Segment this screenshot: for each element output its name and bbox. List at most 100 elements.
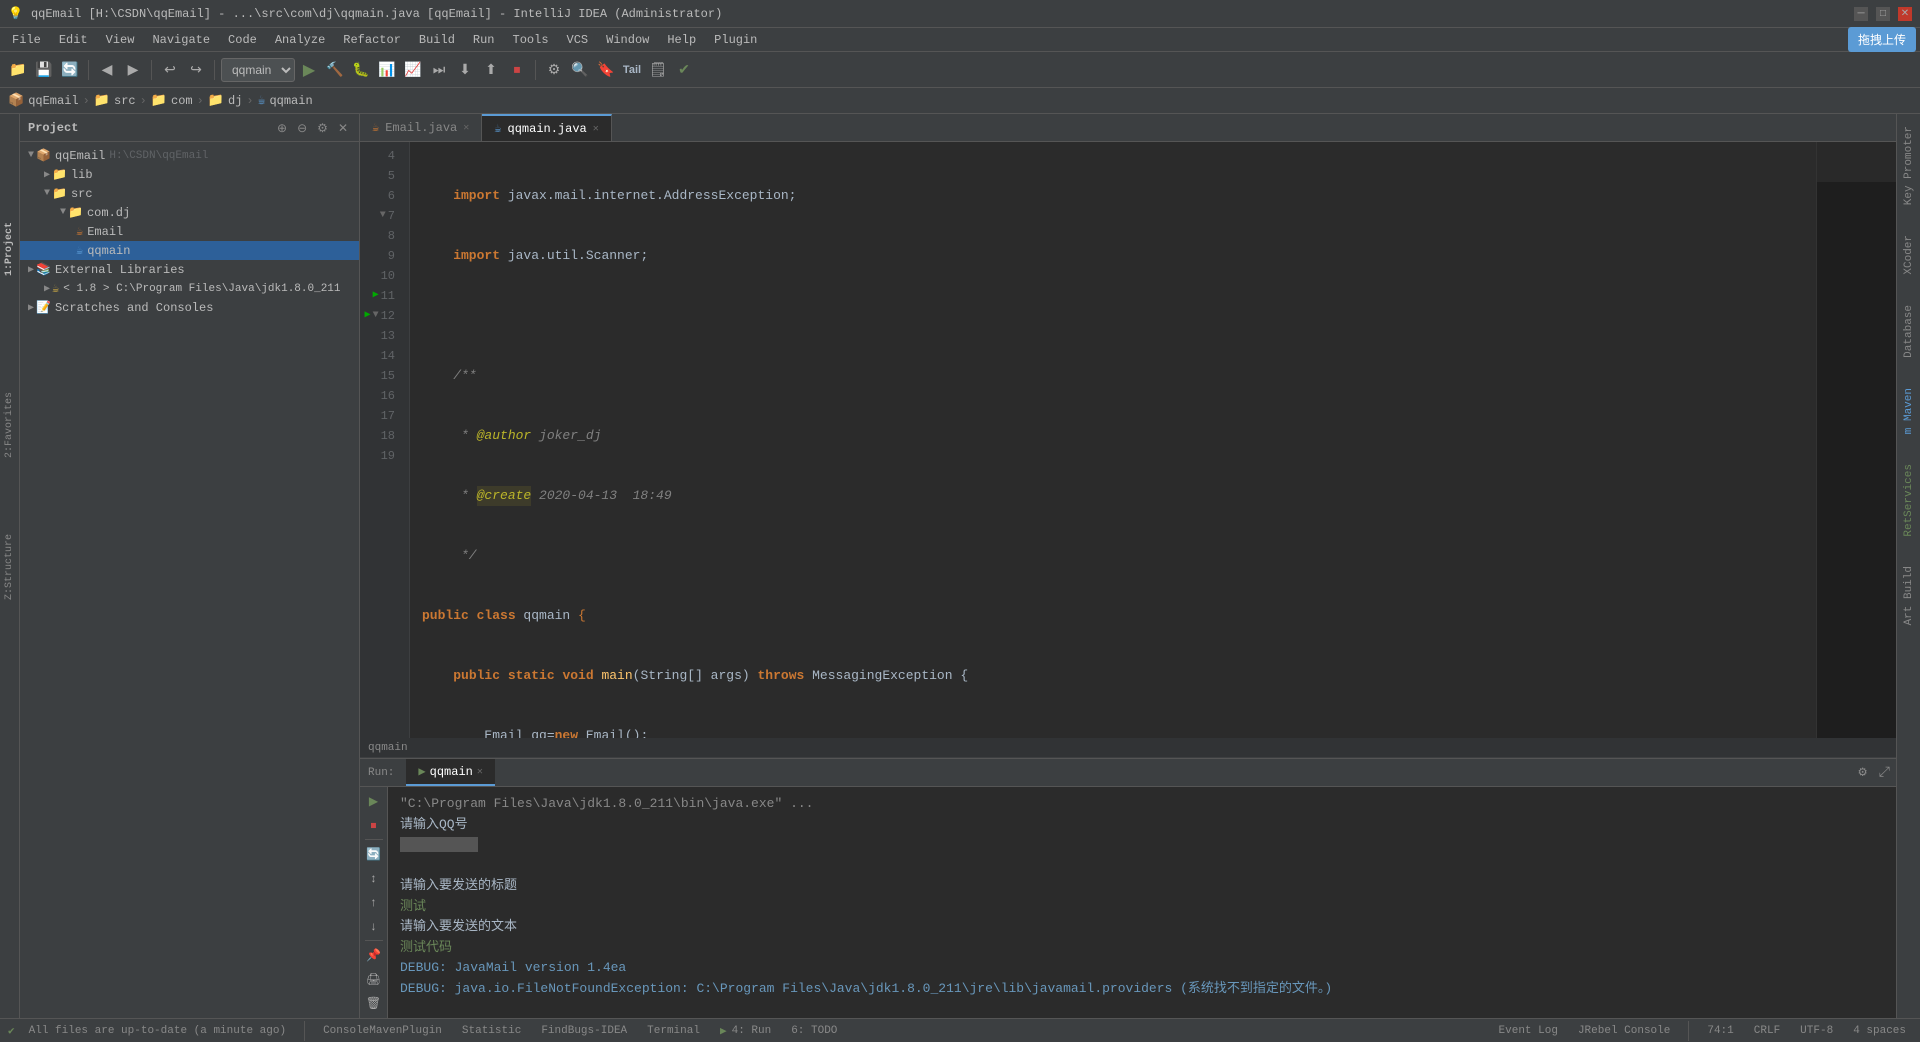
build-button[interactable]: 🔨 — [323, 58, 347, 82]
menu-file[interactable]: File — [4, 31, 49, 49]
run-up-btn[interactable]: ↑ — [364, 892, 384, 912]
sync-button[interactable]: 🔄 — [58, 58, 82, 82]
tree-lib[interactable]: ▶ 📁 lib — [20, 165, 359, 184]
tab-qqmain-close[interactable]: ✕ — [593, 123, 599, 135]
redo-button[interactable]: ↪ — [184, 58, 208, 82]
status-encoding[interactable]: UTF-8 — [1794, 1025, 1839, 1037]
upload-button[interactable]: 拖拽上传 — [1848, 27, 1916, 52]
menu-run[interactable]: Run — [465, 31, 503, 49]
run-trash-btn[interactable]: 🗑 — [364, 993, 384, 1013]
run-tab-qqmain[interactable]: ▶ qqmain ✕ — [406, 759, 494, 786]
panel-settings-btn[interactable]: ⚙ — [314, 120, 331, 136]
search-button[interactable]: 🔍 — [568, 58, 592, 82]
right-tab-database[interactable]: Database — [1901, 297, 1917, 366]
run-tab-close[interactable]: ✕ — [477, 766, 483, 778]
sidebar-tab-project[interactable]: 1:Project — [2, 214, 17, 284]
tab-qqmain[interactable]: ☕ qqmain.java ✕ — [482, 114, 611, 141]
right-tab-retservices[interactable]: RetServices — [1901, 456, 1917, 545]
sidebar-tab-favorites[interactable]: 2:Favorites — [2, 384, 17, 466]
run-config-dropdown[interactable]: qqmain — [221, 58, 295, 82]
sidebar-tab-structure[interactable]: Z:Structure — [2, 526, 17, 608]
right-tab-maven[interactable]: m Maven — [1901, 380, 1917, 442]
tail-button[interactable]: Tail — [620, 58, 644, 82]
panel-close-btn[interactable]: ✕ — [335, 120, 351, 136]
tab-email[interactable]: ☕ Email.java ✕ — [360, 114, 482, 141]
menu-view[interactable]: View — [98, 31, 143, 49]
status-eventlog[interactable]: Event Log — [1493, 1025, 1564, 1037]
forward-button[interactable]: ▶ — [121, 58, 145, 82]
step-into-button[interactable]: ⬇ — [453, 58, 477, 82]
menu-build[interactable]: Build — [411, 31, 463, 49]
code-editor[interactable]: 4 5 6 ▼7 8 9 10 ▶11 ▶ ▼12 — [360, 142, 1896, 738]
right-tab-artbuild[interactable]: Art Build — [1901, 558, 1917, 633]
tree-ext-libs[interactable]: ▶ 📚 External Libraries — [20, 260, 359, 279]
tree-src[interactable]: ▼ 📁 src — [20, 184, 359, 203]
right-tab-xcoder[interactable]: XCoder — [1901, 227, 1917, 283]
menu-refactor[interactable]: Refactor — [335, 31, 409, 49]
tree-scratches[interactable]: ▶ 📝 Scratches and Consoles — [20, 298, 359, 317]
menu-code[interactable]: Code — [220, 31, 265, 49]
check-button[interactable]: ✔ — [672, 58, 696, 82]
status-run[interactable]: ▶4: Run — [714, 1024, 777, 1038]
run-tab-label[interactable]: Run: — [360, 759, 406, 786]
menu-tools[interactable]: Tools — [505, 31, 557, 49]
breadcrumb-dj[interactable]: dj — [228, 94, 242, 108]
menu-vcs[interactable]: VCS — [559, 31, 597, 49]
status-statistic[interactable]: Statistic — [456, 1025, 527, 1037]
tree-email[interactable]: ☕ Email — [20, 222, 359, 241]
status-position[interactable]: 74:1 — [1701, 1025, 1739, 1037]
menu-analyze[interactable]: Analyze — [267, 31, 333, 49]
status-spaces[interactable]: 4 spaces — [1847, 1025, 1912, 1037]
menu-navigate[interactable]: Navigate — [144, 31, 218, 49]
run-button[interactable]: ▶ — [297, 58, 321, 82]
menu-plugin[interactable]: Plugin — [706, 31, 765, 49]
breadcrumb-file[interactable]: qqmain — [269, 94, 312, 108]
bookmark-button[interactable]: 🔖 — [594, 58, 618, 82]
run-stop-btn[interactable]: ⏹ — [364, 815, 384, 835]
debug-button[interactable]: 🐛 — [349, 58, 373, 82]
coverage-button[interactable]: 📊 — [375, 58, 399, 82]
tree-com-dj[interactable]: ▼ 📁 com.dj — [20, 203, 359, 222]
fold-7[interactable]: ▼ — [380, 206, 386, 226]
step-out-button[interactable]: ⬆ — [479, 58, 503, 82]
layout-button[interactable]: 🗒 — [646, 58, 670, 82]
run-12[interactable]: ▶ — [365, 306, 371, 326]
project-icon[interactable]: 📁 — [6, 58, 30, 82]
status-crlf[interactable]: CRLF — [1748, 1025, 1786, 1037]
breadcrumb-project[interactable]: qqEmail — [28, 94, 78, 108]
save-button[interactable]: 💾 — [32, 58, 56, 82]
run-play-btn[interactable]: ▶ — [364, 791, 384, 811]
minimize-button[interactable]: ─ — [1854, 7, 1868, 21]
back-button[interactable]: ◀ — [95, 58, 119, 82]
right-tab-key-promoter[interactable]: Key Promoter — [1901, 118, 1917, 213]
profile-button[interactable]: 📈 — [401, 58, 425, 82]
run-down-btn[interactable]: ↓ — [364, 916, 384, 936]
menu-window[interactable]: Window — [598, 31, 657, 49]
panel-add-btn[interactable]: ⊕ — [274, 120, 290, 136]
breadcrumb-src[interactable]: src — [114, 94, 136, 108]
menu-edit[interactable]: Edit — [51, 31, 96, 49]
stop-button[interactable]: ⏹ — [505, 58, 529, 82]
run-settings-btn[interactable]: ⚙ — [1852, 762, 1872, 783]
panel-collapse-btn[interactable]: ⊖ — [294, 120, 310, 136]
status-console-maven[interactable]: ConsoleMavenPlugin — [317, 1025, 448, 1037]
status-todo[interactable]: 6: TODO — [785, 1025, 843, 1037]
tree-qqmain[interactable]: ☕ qqmain — [20, 241, 359, 260]
maximize-button[interactable]: □ — [1876, 7, 1890, 21]
tree-root[interactable]: ▼ 📦 qqEmail H:\CSDN\qqEmail — [20, 146, 359, 165]
tree-jdk[interactable]: ▶ ☕ < 1.8 > C:\Program Files\Java\jdk1.8… — [20, 279, 359, 298]
breadcrumb-com[interactable]: com — [171, 94, 193, 108]
undo-button[interactable]: ↩ — [158, 58, 182, 82]
run-print-btn[interactable]: 🖨 — [364, 969, 384, 989]
status-findbugs[interactable]: FindBugs-IDEA — [535, 1025, 633, 1037]
fold-12[interactable]: ▼ — [373, 306, 379, 326]
run-rerun-btn[interactable]: 🔄 — [364, 844, 384, 864]
step-over-button[interactable]: ⏭ — [427, 58, 451, 82]
run-expand-btn[interactable]: ⤢ — [1873, 763, 1896, 783]
run-scroll-btn[interactable]: ↕ — [364, 868, 384, 888]
run-pin-btn[interactable]: 📌 — [364, 945, 384, 965]
status-jrebel[interactable]: JRebel Console — [1572, 1025, 1676, 1037]
status-terminal[interactable]: Terminal — [641, 1025, 706, 1037]
run-11[interactable]: ▶ — [373, 286, 379, 306]
tab-email-close[interactable]: ✕ — [463, 122, 469, 134]
